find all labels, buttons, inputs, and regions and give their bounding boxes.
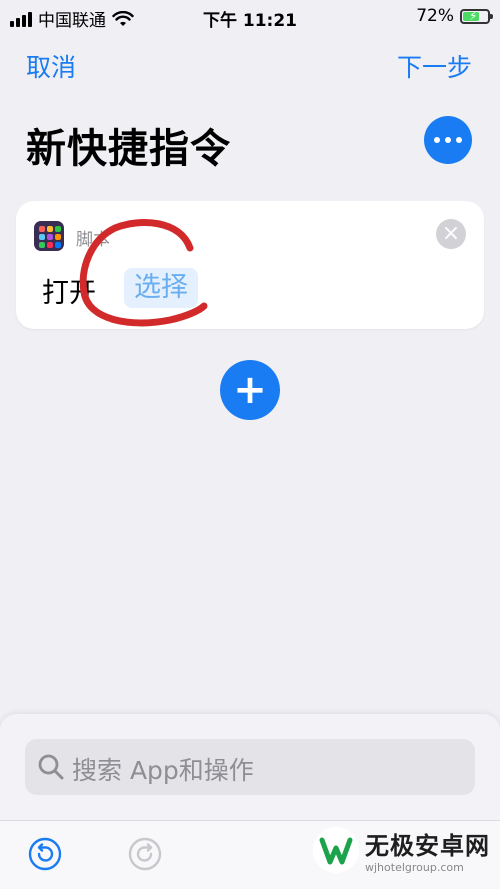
battery-percent: 72%: [416, 6, 454, 26]
more-options-button[interactable]: [424, 116, 472, 164]
watermark-title: 无极安卓网: [365, 832, 490, 860]
ellipsis-icon: [434, 137, 462, 143]
search-placeholder: 搜索 App和操作: [72, 756, 254, 785]
page-title: 新快捷指令: [26, 126, 231, 172]
search-icon: [38, 754, 64, 780]
watermark-logo-icon: [313, 827, 359, 873]
watermark-url: wjhotelgroup.com: [365, 861, 464, 874]
scripting-app-icon: [34, 221, 64, 251]
next-button[interactable]: 下一步: [397, 48, 472, 84]
cancel-button[interactable]: 取消: [26, 48, 76, 84]
annotation-circle: [79, 219, 208, 327]
nav-bar: 取消 下一步: [0, 48, 500, 88]
battery-charging-icon: ⚡: [460, 8, 493, 24]
redo-icon[interactable]: [128, 837, 162, 871]
status-bar: 中国联通 下午 11:21 72% ⚡: [0, 0, 500, 34]
undo-icon[interactable]: [28, 837, 62, 871]
close-icon: ×: [441, 221, 461, 246]
plus-icon: +: [233, 367, 267, 413]
watermark: 无极安卓网 wjhotelgroup.com: [313, 826, 490, 874]
search-input[interactable]: 搜索 App和操作: [25, 739, 475, 795]
remove-action-button[interactable]: ×: [436, 219, 466, 249]
add-action-button[interactable]: +: [220, 360, 280, 420]
